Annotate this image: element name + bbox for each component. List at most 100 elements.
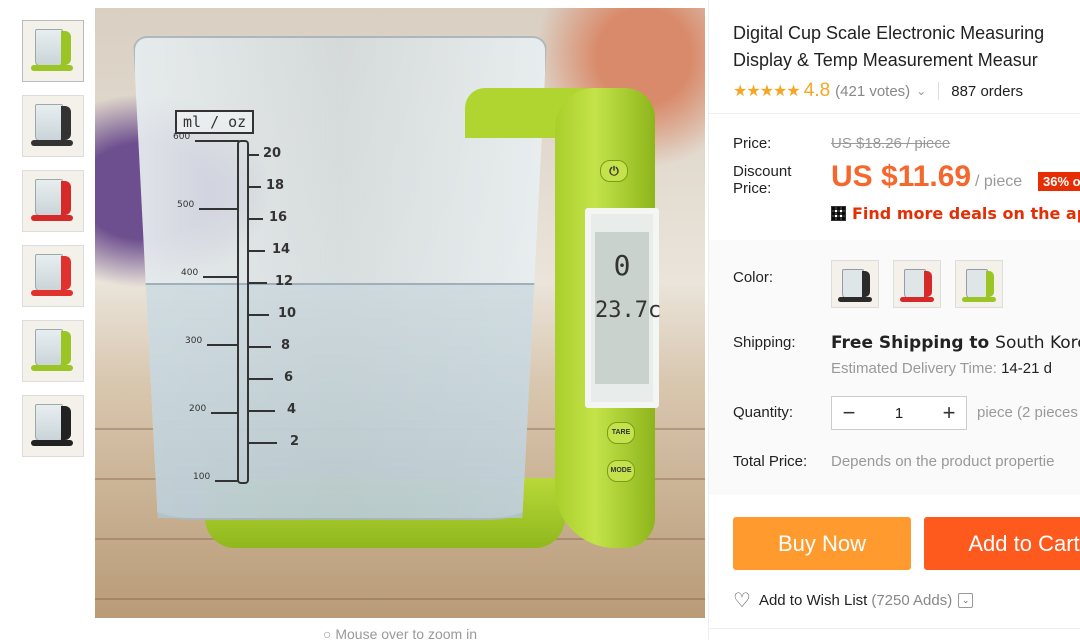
thumbnail-cup bbox=[35, 104, 63, 142]
quantity-decrease-button[interactable]: − bbox=[832, 400, 866, 426]
oz-tick-label: 16 bbox=[269, 210, 288, 225]
discount-badge: 36% o bbox=[1038, 172, 1080, 191]
ml-tick-label: 500 bbox=[177, 200, 195, 210]
thumbnail-handle bbox=[61, 331, 71, 365]
lcd-temperature: 23.7c bbox=[595, 298, 662, 323]
quantity-stepper: − 1 + bbox=[831, 396, 967, 430]
ml-tick-label: 100 bbox=[193, 472, 211, 482]
oz-tick-label: 14 bbox=[272, 242, 291, 257]
separator bbox=[938, 82, 940, 100]
product-title: Digital Cup Scale Electronic Measuring D… bbox=[733, 20, 1080, 74]
oz-tick-line bbox=[247, 314, 269, 316]
shipping-label: Shipping: bbox=[733, 334, 796, 351]
wish-list-label: Add to Wish List bbox=[758, 592, 868, 609]
swatch-base bbox=[838, 297, 872, 302]
swatch-cup bbox=[842, 269, 864, 299]
oz-tick-label: 20 bbox=[263, 146, 282, 161]
thumbnail-2[interactable] bbox=[22, 95, 84, 157]
product-title-line-2: Display & Temp Measurement Measur bbox=[733, 50, 1038, 70]
lcd-weight: 0 bbox=[613, 249, 631, 282]
delivery-prefix: Estimated Delivery Time: bbox=[831, 360, 997, 377]
water bbox=[135, 283, 545, 518]
shipping-prefix: Free Shipping to bbox=[831, 333, 990, 353]
oz-tick-label: 8 bbox=[281, 338, 291, 353]
oz-tick-label: 4 bbox=[287, 402, 297, 417]
color-swatch-red[interactable] bbox=[893, 260, 941, 308]
oz-tick-line bbox=[247, 442, 277, 444]
lcd-display: 0 23.7c bbox=[585, 208, 662, 408]
oz-tick-line bbox=[247, 346, 271, 348]
product-info-panel: Digital Cup Scale Electronic Measuring D… bbox=[708, 0, 1080, 640]
thumbnail-base bbox=[31, 65, 73, 71]
thumbnail-base bbox=[31, 440, 73, 446]
thumbnail-1[interactable] bbox=[22, 20, 84, 82]
thumbnail-base bbox=[31, 140, 73, 146]
thumbnail-base bbox=[31, 365, 73, 371]
shipping-country-link[interactable]: South Kore bbox=[995, 333, 1080, 353]
mode-button-label: MODE bbox=[607, 460, 635, 482]
thumbnail-cup bbox=[35, 254, 63, 292]
oz-tick-label: 12 bbox=[275, 274, 294, 289]
measurement-gauge bbox=[237, 140, 249, 484]
oz-tick-line bbox=[247, 378, 273, 380]
votes-link[interactable]: (421 votes) bbox=[835, 83, 910, 100]
swatch-base bbox=[900, 297, 934, 302]
delivery-estimate: Estimated Delivery Time: 14-21 d bbox=[831, 360, 1052, 377]
quantity-input[interactable]: 1 bbox=[895, 405, 903, 422]
thumbnail-handle bbox=[61, 406, 71, 440]
chevron-down-icon[interactable]: ⌄ bbox=[916, 84, 926, 98]
power-icon: ⏻ bbox=[600, 160, 628, 182]
gauge-unit-label: ml / oz bbox=[175, 110, 255, 134]
orders-count: 887 orders bbox=[951, 82, 1023, 100]
ml-tick-line bbox=[199, 208, 239, 210]
oz-tick-label: 2 bbox=[290, 434, 300, 449]
star-rating-icon: ★★★★★ bbox=[733, 83, 801, 100]
price-label: Price: bbox=[733, 135, 772, 152]
chevron-down-icon[interactable]: ⌄ bbox=[958, 593, 974, 608]
color-swatch-green[interactable] bbox=[955, 260, 1003, 308]
quantity-unit: piece (2 pieces bbox=[977, 404, 1078, 421]
add-to-wish-list[interactable]: ♡ Add to Wish List (7250 Adds) ⌄ bbox=[733, 588, 974, 613]
add-to-cart-button[interactable]: Add to Cart bbox=[924, 517, 1080, 570]
oz-tick-line bbox=[247, 250, 265, 252]
total-price-label: Total Price: bbox=[733, 453, 808, 470]
swatch-handle bbox=[986, 271, 994, 297]
ml-tick-line bbox=[203, 276, 239, 278]
per-piece-label: / piece bbox=[975, 173, 1023, 190]
thumbnail-base bbox=[31, 290, 73, 296]
oz-tick-label: 6 bbox=[284, 370, 294, 385]
oz-tick-line bbox=[247, 186, 261, 188]
ml-tick-line bbox=[215, 480, 239, 482]
product-title-line-1: Digital Cup Scale Electronic Measuring bbox=[733, 23, 1045, 43]
total-price-value: Depends on the product propertie bbox=[831, 453, 1055, 470]
thumbnail-6[interactable] bbox=[22, 395, 84, 457]
quantity-increase-button[interactable]: + bbox=[932, 400, 966, 426]
oz-tick-label: 10 bbox=[278, 306, 297, 321]
rating-value: 4.8 bbox=[803, 80, 831, 101]
ml-tick-label: 300 bbox=[185, 336, 203, 346]
divider bbox=[709, 113, 1080, 114]
color-swatch-black[interactable] bbox=[831, 260, 879, 308]
main-product-image[interactable]: ml / oz 600 500 400 300 200 100 20 18 16 14 12 10 8 6… bbox=[95, 8, 705, 618]
qr-code-icon bbox=[831, 206, 846, 221]
thumbnail-3[interactable] bbox=[22, 170, 84, 232]
thumbnail-cup bbox=[35, 404, 63, 442]
swatch-cup bbox=[904, 269, 926, 299]
swatch-handle bbox=[862, 271, 870, 297]
divider bbox=[709, 628, 1080, 629]
oz-tick-label: 18 bbox=[266, 178, 285, 193]
quantity-label: Quantity: bbox=[733, 404, 794, 421]
thumbnail-handle bbox=[61, 31, 71, 65]
thumbnail-cup bbox=[35, 29, 63, 67]
oz-tick-line bbox=[247, 154, 259, 156]
buy-now-button[interactable]: Buy Now bbox=[733, 517, 911, 570]
thumbnail-cup bbox=[35, 179, 63, 217]
tare-button-label: TARE bbox=[607, 422, 635, 444]
color-label: Color: bbox=[733, 269, 774, 286]
thumbnail-5[interactable] bbox=[22, 320, 84, 382]
oz-tick-line bbox=[247, 410, 275, 412]
thumbnail-cup bbox=[35, 329, 63, 367]
oz-tick-line bbox=[247, 282, 267, 284]
app-deals-link[interactable]: Find more deals on the app bbox=[831, 204, 1080, 223]
thumbnail-4[interactable] bbox=[22, 245, 84, 307]
